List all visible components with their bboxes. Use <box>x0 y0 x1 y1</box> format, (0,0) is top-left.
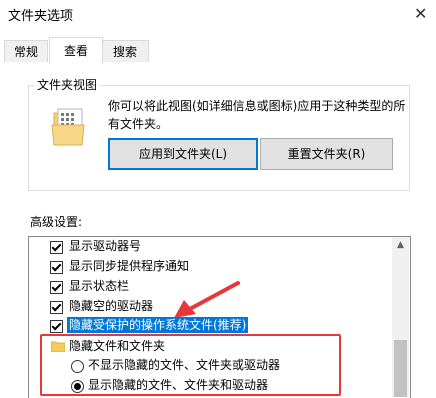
folder-view-icon <box>51 108 85 146</box>
close-icon[interactable]: ✕ <box>414 4 427 23</box>
reset-folders-button[interactable]: 重置文件夹(R) <box>260 138 393 170</box>
list-item-label: 显示同步提供程序通知 <box>69 259 190 273</box>
list-item-label: 显示驱动器号 <box>69 239 142 253</box>
checkbox-hide-protected-os-files[interactable] <box>50 320 63 333</box>
scroll-thumb[interactable] <box>394 340 407 397</box>
annotation-highlight-box <box>40 334 341 396</box>
list-item-label: 隐藏空的驱动器 <box>69 299 154 313</box>
apply-to-folders-button[interactable]: 应用到文件夹(L) <box>108 138 258 170</box>
tab-view[interactable]: 查看 <box>49 37 103 64</box>
tab-search[interactable]: 搜索 <box>101 40 149 63</box>
checkbox-status-bar[interactable] <box>50 281 63 294</box>
advanced-settings-label: 高级设置: <box>30 215 83 229</box>
checkbox-sync-notifications[interactable] <box>50 261 63 274</box>
tab-general[interactable]: 常规 <box>4 40 48 63</box>
window-title: 文件夹选项 <box>8 9 74 24</box>
folder-view-description: 你可以将此视图(如详细信息或图标)应用于这种类型的所有文件夹。 <box>108 99 406 131</box>
annotation-arrow-icon <box>174 281 240 318</box>
checkbox-hide-empty-drives[interactable] <box>50 301 63 314</box>
scroll-up-icon[interactable]: ▲ <box>392 237 409 254</box>
folder-view-title: 文件夹视图 <box>34 76 101 93</box>
list-item-label: 显示状态栏 <box>69 279 130 293</box>
checkbox-show-drive-letters[interactable] <box>50 241 63 254</box>
